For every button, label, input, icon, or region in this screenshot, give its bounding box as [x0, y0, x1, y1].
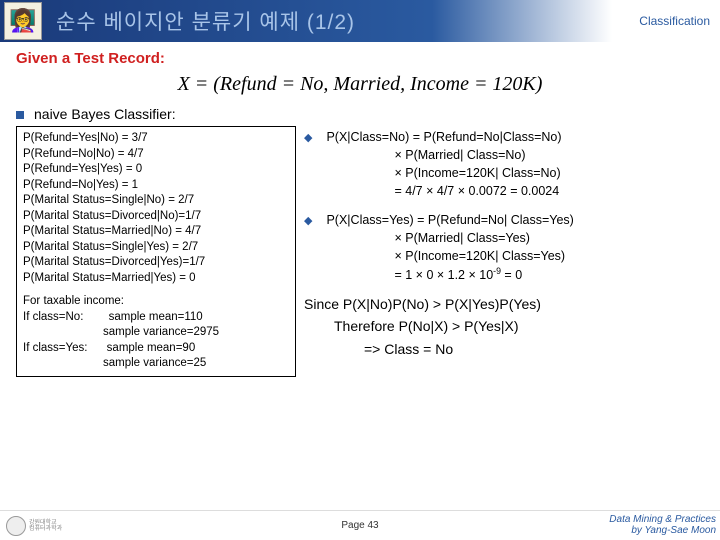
prob-line: P(Marital Status=Divorced|Yes)=1/7 — [23, 255, 289, 271]
slide-footer: 강원대학교컴퓨터과학과 Page 43 Data Mining & Practi… — [0, 510, 720, 540]
math-text: = 1 × 0 × 1.2 × 10 — [394, 268, 493, 282]
prob-line: P(Refund=Yes|Yes) = 0 — [23, 162, 289, 178]
given-label: Given a Test Record: — [16, 50, 704, 67]
prob-line: P(Marital Status=Married|Yes) = 0 — [23, 271, 289, 287]
math-line: × P(Income=120K| Class=Yes) — [394, 247, 573, 265]
result-line: => Class = No — [364, 339, 704, 359]
income-no-var: sample variance=2975 — [103, 325, 289, 341]
computation-column: ◆ P(X|Class=No) = P(Refund=No|Class=No) … — [304, 126, 704, 377]
income-no-prefix: If class=No: — [23, 311, 83, 323]
math-line: P(X|Class=Yes) = P(Refund=No| Class=Yes) — [326, 211, 573, 229]
probability-box: P(Refund=Yes|No) = 3/7 P(Refund=No|No) =… — [16, 126, 296, 377]
prob-line: P(Refund=No|Yes) = 1 — [23, 178, 289, 194]
two-column-layout: P(Refund=Yes|No) = 3/7 P(Refund=No|No) =… — [16, 126, 704, 377]
page-number: Page 43 — [341, 520, 378, 531]
classifier-heading: naive Bayes Classifier: — [16, 106, 704, 122]
slide-title: 순수 베이지안 분류기 예제 (1/2) — [56, 6, 355, 36]
prob-line: P(Refund=No|No) = 4/7 — [23, 147, 289, 163]
title-bar: 👩‍🏫 순수 베이지안 분류기 예제 (1/2) Classification — [0, 0, 720, 42]
math-line: × P(Income=120K| Class=No) — [394, 164, 561, 182]
since-line: Since P(X|No)P(No) > P(X|Yes)P(Yes) — [304, 294, 704, 314]
slide-content: Given a Test Record: X = (Refund = No, M… — [0, 42, 720, 377]
prob-line: P(Marital Status=Single|Yes) = 2/7 — [23, 240, 289, 256]
square-bullet-icon — [16, 111, 24, 119]
university-logo: 강원대학교컴퓨터과학과 — [6, 515, 66, 537]
class-yes-block: ◆ P(X|Class=Yes) = P(Refund=No| Class=Ye… — [304, 211, 704, 285]
math-line: × P(Married| Class=Yes) — [394, 229, 573, 247]
income-no-mean: sample mean=110 — [109, 311, 203, 323]
exponent: -9 — [493, 266, 501, 276]
presenter-icon: 👩‍🏫 — [4, 2, 42, 40]
math-line: P(X|Class=No) = P(Refund=No|Class=No) — [326, 128, 561, 146]
footer-credits: Data Mining & Practices by Yang-Sae Moon — [609, 514, 716, 536]
income-yes-row: If class=Yes: sample mean=90 — [23, 341, 289, 357]
math-line: = 4/7 × 4/7 × 0.0072 = 0.0024 — [394, 182, 561, 200]
math-line: = 1 × 0 × 1.2 × 10-9 = 0 — [394, 265, 573, 284]
therefore-line: Therefore P(No|X) > P(Yes|X) — [334, 316, 704, 336]
test-record-formula: X = (Refund = No, Married, Income = 120K… — [16, 73, 704, 96]
class-no-block: ◆ P(X|Class=No) = P(Refund=No|Class=No) … — [304, 128, 704, 201]
seal-icon — [6, 516, 26, 536]
prob-line: P(Marital Status=Married|No) = 4/7 — [23, 224, 289, 240]
diamond-bullet-icon: ◆ — [304, 131, 312, 147]
class-yes-math: P(X|Class=Yes) = P(Refund=No| Class=Yes)… — [326, 211, 573, 285]
class-no-math: P(X|Class=No) = P(Refund=No|Class=No) × … — [326, 128, 561, 201]
income-no-row: If class=No: sample mean=110 — [23, 310, 289, 326]
conclusion-block: Since P(X|No)P(No) > P(X|Yes)P(Yes) Ther… — [304, 294, 704, 359]
income-label: For taxable income: — [23, 294, 289, 310]
category-label: Classification — [639, 14, 710, 28]
income-yes-prefix: If class=Yes: — [23, 342, 87, 354]
diamond-bullet-icon: ◆ — [304, 214, 312, 230]
uni-text: 강원대학교컴퓨터과학과 — [29, 520, 62, 532]
income-yes-mean: sample mean=90 — [107, 342, 196, 354]
math-text: = 0 — [501, 268, 522, 282]
prob-line: P(Marital Status=Single|No) = 2/7 — [23, 193, 289, 209]
classifier-label: naive Bayes Classifier: — [34, 106, 176, 122]
income-yes-var: sample variance=25 — [103, 356, 289, 372]
credit-line-1: Data Mining & Practices — [609, 514, 716, 525]
prob-line: P(Refund=Yes|No) = 3/7 — [23, 131, 289, 147]
credit-line-2: by Yang-Sae Moon — [609, 525, 716, 536]
math-line: × P(Married| Class=No) — [394, 146, 561, 164]
prob-line: P(Marital Status=Divorced|No)=1/7 — [23, 209, 289, 225]
